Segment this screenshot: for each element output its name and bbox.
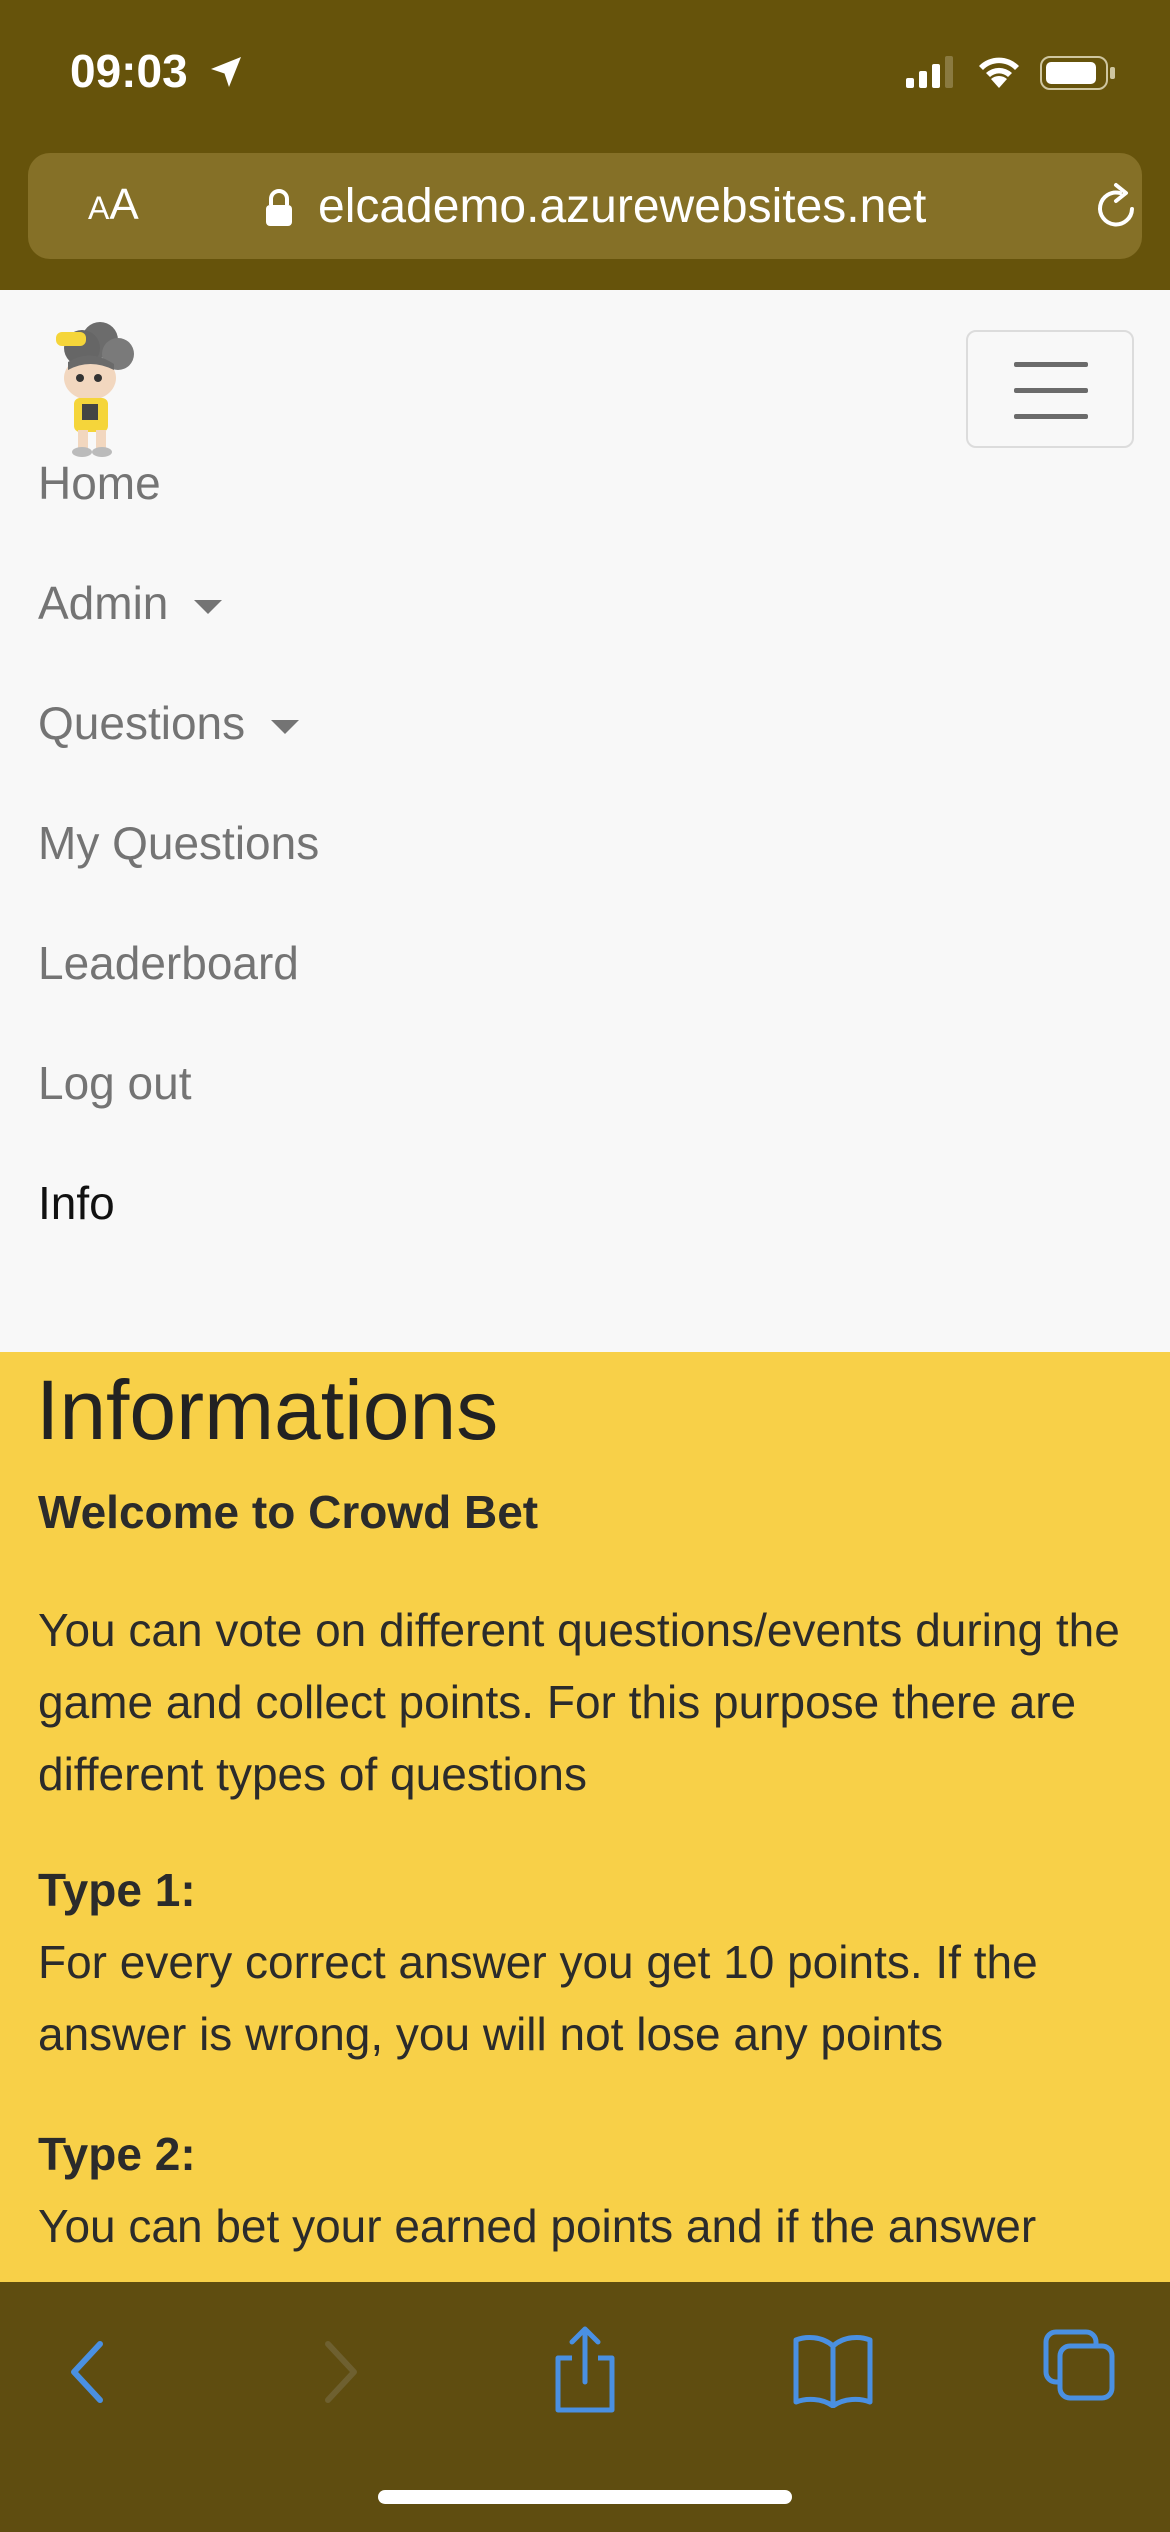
text-size-large-label: A [109, 180, 139, 229]
battery-icon [1040, 56, 1115, 90]
lock-icon [266, 189, 292, 226]
hamburger-icon [1014, 414, 1088, 419]
intro-paragraph: You can vote on different questions/even… [38, 1604, 1120, 1800]
brand-logo[interactable] [38, 318, 144, 458]
nav-item-admin[interactable]: Admin [38, 580, 319, 700]
nav-list: Home Admin Questions My Questions Leader… [38, 460, 319, 1300]
location-arrow-icon [211, 57, 241, 87]
nav-item-label: Admin [38, 577, 169, 629]
page-title: Informations [36, 1363, 499, 1457]
nav-item-home[interactable]: Home [38, 460, 319, 580]
caret-down-icon [271, 720, 300, 734]
status-time: 09:03 [70, 45, 188, 97]
nav-item-label: Leaderboard [38, 937, 299, 989]
chevron-right-icon[interactable] [314, 2332, 364, 2412]
menu-toggle-button[interactable] [966, 330, 1134, 448]
browser-address-area: AA elcademo.azurewebsites.net [0, 150, 1170, 290]
nav-item-label: Log out [38, 1057, 192, 1109]
type1-text: For every correct answer you get 10 poin… [38, 1936, 1038, 2060]
browser-toolbar [0, 2282, 1170, 2532]
nav-item-log-out[interactable]: Log out [38, 1060, 319, 1180]
type2-heading: Type 2: [38, 2128, 196, 2180]
home-indicator [378, 2490, 792, 2504]
text-size-small-label: A [88, 190, 110, 226]
book-icon[interactable] [792, 2332, 874, 2408]
hamburger-icon [1014, 388, 1088, 393]
nav-item-label: Home [38, 457, 161, 509]
url-text[interactable]: elcademo.azurewebsites.net [318, 181, 926, 233]
nav-item-info[interactable]: Info [38, 1180, 319, 1300]
type1-section: Type 1: For every correct answer you get… [38, 1854, 1148, 2070]
nav-item-label: Info [38, 1177, 115, 1229]
cellular-signal-icon [906, 56, 953, 88]
status-bar: 09:03 [0, 0, 1170, 150]
text-size-button[interactable]: AA [88, 183, 139, 230]
welcome-heading: Welcome to Crowd Bet [38, 1486, 539, 1538]
chevron-left-icon[interactable] [64, 2332, 114, 2412]
type2-text: You can bet your earned points and if th… [38, 2200, 1037, 2252]
wifi-icon [979, 57, 1019, 88]
info-content: Informations Welcome to Crowd Bet You ca… [0, 1352, 1170, 2282]
type2-section: Type 2: You can bet your earned points a… [38, 2118, 1148, 2262]
address-bar[interactable]: AA elcademo.azurewebsites.net [28, 153, 1142, 259]
tabs-icon[interactable] [1042, 2328, 1116, 2402]
nav-item-label: Questions [38, 697, 246, 749]
nav-item-label: My Questions [38, 817, 320, 869]
nav-item-leaderboard[interactable]: Leaderboard [38, 940, 319, 1060]
share-icon[interactable] [550, 2324, 620, 2414]
nav-item-questions[interactable]: Questions [38, 700, 319, 820]
reload-icon[interactable] [1092, 181, 1142, 233]
nav-item-my-questions[interactable]: My Questions [38, 820, 319, 940]
type1-heading: Type 1: [38, 1864, 196, 1916]
caret-down-icon [194, 600, 223, 614]
navbar: Home Admin Questions My Questions Leader… [0, 290, 1170, 1352]
hamburger-icon [1014, 362, 1088, 367]
